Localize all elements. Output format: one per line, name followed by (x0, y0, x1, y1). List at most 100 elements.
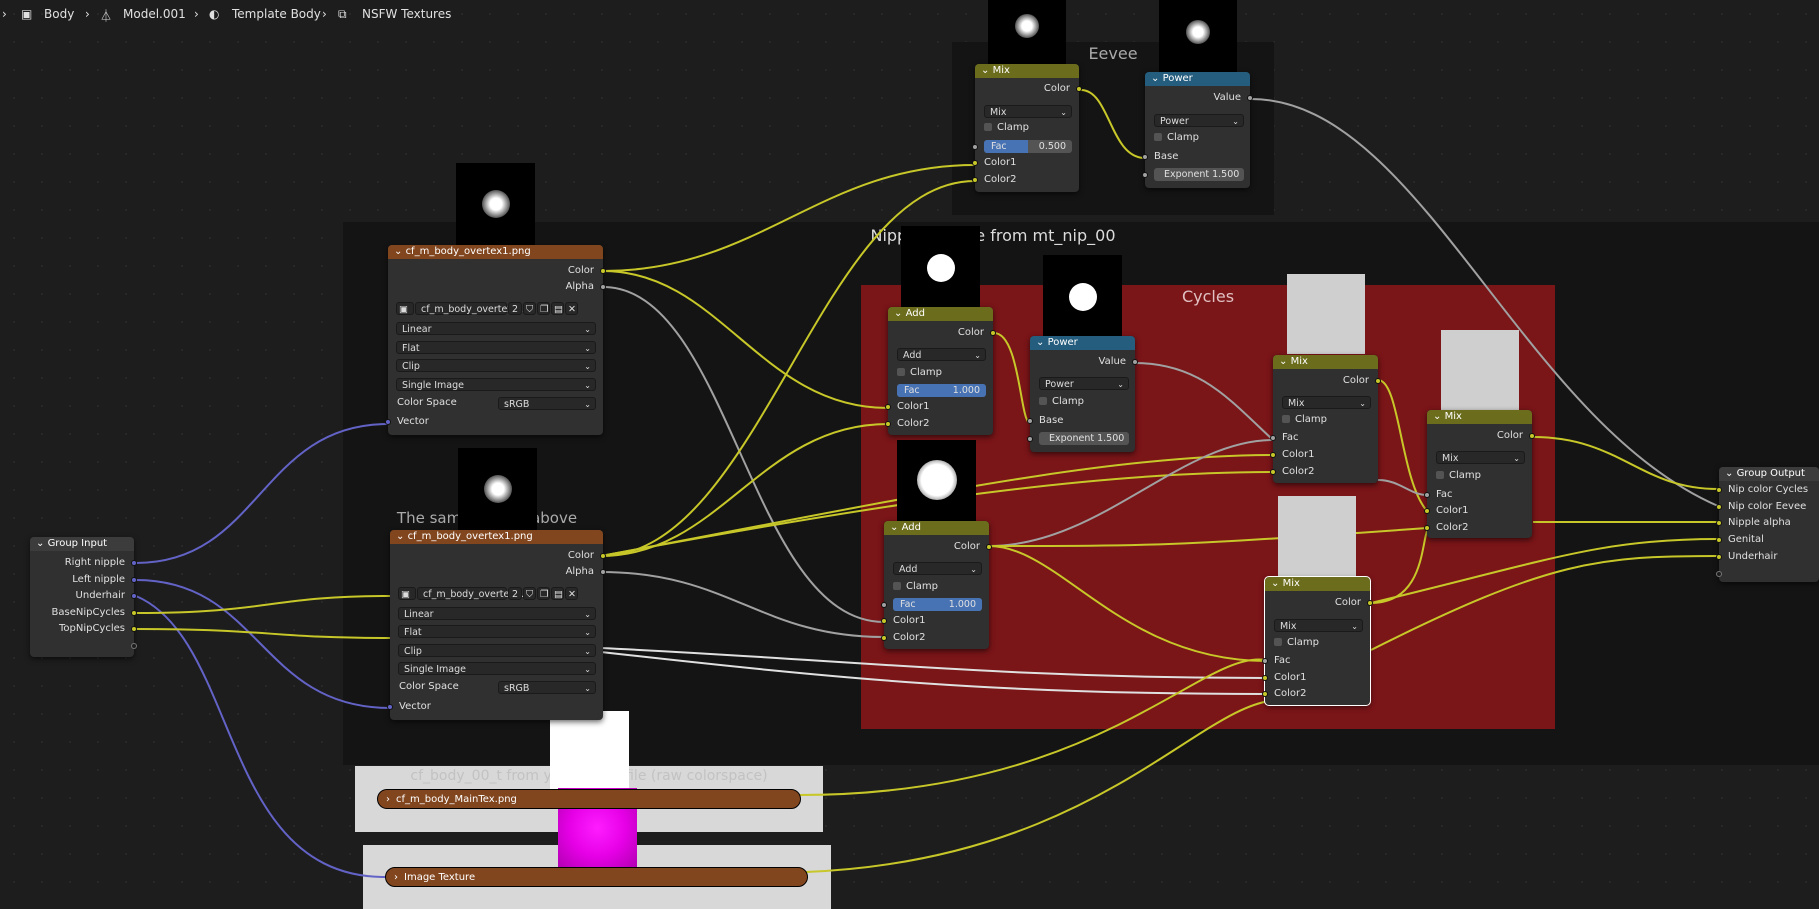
socket-vector[interactable] (385, 419, 391, 425)
clamp-checkbox[interactable]: Clamp (1273, 413, 1378, 427)
socket-color1[interactable] (1424, 508, 1430, 514)
operation-select[interactable]: Power ⌄ (1039, 377, 1129, 390)
clamp-checkbox[interactable]: Clamp (1265, 636, 1370, 650)
blend-type-select[interactable]: Mix ⌄ (1274, 619, 1363, 632)
socket-fac[interactable] (1262, 658, 1268, 664)
open-image-button[interactable]: ▤ (551, 587, 564, 600)
socket-value-out[interactable] (1247, 95, 1253, 101)
node-header[interactable]: ⌄ cf_m_body_overtex1.png (390, 530, 603, 544)
exponent-field[interactable]: Exponent 1.500 (1154, 168, 1244, 181)
open-image-button[interactable]: ▤ (551, 302, 564, 315)
node-header[interactable]: ⌄ Group Output (1719, 467, 1819, 481)
blend-type-select[interactable]: Mix ⌄ (1436, 451, 1525, 464)
clamp-checkbox[interactable]: Clamp (1030, 395, 1135, 409)
node-power-eevee[interactable]: ⌄ Power Value Power ⌄ Clamp Base Exponent… (1142, 72, 1253, 188)
node-header[interactable]: ⌄ Group Input (30, 537, 134, 551)
clamp-checkbox[interactable]: Clamp (1145, 131, 1250, 145)
exponent-field[interactable]: Exponent 1.500 (1039, 432, 1129, 445)
unlink-image-button[interactable]: ✕ (565, 302, 578, 315)
socket-topnip[interactable] (131, 626, 137, 632)
socket-color1[interactable] (972, 160, 978, 166)
socket-value-out[interactable] (1132, 359, 1138, 365)
image-users-count[interactable]: 2 (508, 587, 522, 600)
socket-color[interactable] (600, 268, 606, 274)
socket-color-out[interactable] (1529, 433, 1535, 439)
image-users-count[interactable]: 2 (508, 302, 522, 315)
projection-select[interactable]: Flat ⌄ (398, 625, 596, 638)
socket-color-out[interactable] (1367, 600, 1373, 606)
blend-type-select[interactable]: Mix ⌄ (1282, 396, 1371, 409)
node-header[interactable]: ⌄ Power (1145, 72, 1250, 86)
socket-color2[interactable] (1424, 525, 1430, 531)
node-mix-a[interactable]: ⌄ Mix Color Mix ⌄ Clamp Fac Color1 Color2 (1270, 355, 1381, 483)
fac-slider[interactable]: Fac 0.500 (984, 140, 1072, 153)
clamp-checkbox[interactable]: Clamp (975, 121, 1079, 135)
socket-color1[interactable] (885, 404, 891, 410)
breadcrumb-item-body[interactable]: Body (44, 7, 74, 21)
node-add-bottom[interactable]: ⌄ Add Color Add ⌄ Clamp Fac 1.000 Color1 C… (881, 521, 992, 649)
socket-color-out[interactable] (986, 544, 992, 550)
socket-base[interactable] (1142, 154, 1148, 160)
node-power-cycles[interactable]: ⌄ Power Value Power ⌄ Clamp Base Exponent… (1027, 336, 1138, 452)
socket-base[interactable] (1027, 418, 1033, 424)
node-add-top[interactable]: ⌄ Add Color Add ⌄ Clamp Fac 1.000 Color1 C… (885, 307, 996, 435)
fac-slider[interactable]: Fac 1.000 (893, 598, 982, 611)
node-group-input[interactable]: ⌄ Group Input Right nipple Left nipple U… (30, 537, 137, 657)
socket-empty[interactable] (131, 643, 137, 649)
blend-type-select[interactable]: Add ⌄ (893, 562, 982, 575)
socket-right-nipple[interactable] (131, 560, 137, 566)
socket-fac[interactable] (1424, 492, 1430, 498)
extension-select[interactable]: Clip ⌄ (396, 359, 596, 372)
image-browse-dropdown[interactable]: ▣ (396, 302, 414, 315)
socket-left-nipple[interactable] (131, 577, 137, 583)
socket-in-1[interactable] (1716, 504, 1722, 510)
socket-alpha[interactable] (600, 569, 606, 575)
breadcrumb-item-model[interactable]: Model.001 (123, 7, 186, 21)
color-space-select[interactable]: sRGB ⌄ (498, 681, 596, 694)
node-image-texture-2[interactable]: ⌄ cf_m_body_overtex1.png Color Alpha ▣ c… (387, 530, 606, 720)
node-image-texture-1[interactable]: ⌄ cf_m_body_overtex1.png Color Alpha ▣ c… (385, 245, 606, 435)
node-header[interactable]: ⌄ Mix (975, 64, 1079, 78)
image-name-field[interactable]: cf_m_body_overtex... (417, 587, 524, 600)
clamp-checkbox[interactable]: Clamp (888, 366, 993, 380)
image-name-field[interactable]: cf_m_body_overtex1... (415, 302, 528, 315)
socket-fac[interactable] (1270, 435, 1276, 441)
breadcrumb-item-template-body[interactable]: Template Body (232, 7, 321, 21)
socket-alpha[interactable] (600, 284, 606, 290)
image-browse-dropdown[interactable]: ▣ (398, 587, 416, 600)
clamp-checkbox[interactable]: Clamp (1427, 469, 1532, 483)
color-space-select[interactable]: sRGB ⌄ (498, 397, 596, 410)
socket-fac[interactable] (972, 144, 978, 150)
projection-select[interactable]: Flat ⌄ (396, 341, 596, 354)
socket-color-out[interactable] (1375, 378, 1381, 384)
socket-vector[interactable] (387, 704, 393, 710)
unlink-image-button[interactable]: ✕ (565, 587, 578, 600)
node-header[interactable]: ⌄ Mix (1427, 410, 1532, 424)
node-header[interactable]: ⌄ Mix (1265, 577, 1370, 591)
socket-in-3[interactable] (1716, 537, 1722, 543)
operation-select[interactable]: Power ⌄ (1154, 114, 1244, 127)
node-header[interactable]: ⌄ Mix (1273, 355, 1378, 369)
duplicate-button[interactable]: ❐ (537, 587, 550, 600)
socket-in-4[interactable] (1716, 554, 1722, 560)
socket-in-2[interactable] (1716, 520, 1722, 526)
socket-color2[interactable] (885, 421, 891, 427)
socket-color[interactable] (600, 553, 606, 559)
socket-color-out[interactable] (1076, 86, 1082, 92)
socket-color1[interactable] (1262, 675, 1268, 681)
fake-user-button[interactable]: ⛉ (523, 587, 536, 600)
interpolation-select[interactable]: Linear ⌄ (396, 322, 596, 335)
socket-fac[interactable] (881, 602, 887, 608)
breadcrumb-item-nsfw-textures[interactable]: NSFW Textures (362, 7, 451, 21)
node-editor-canvas[interactable]: Nipple Texture from mt_nip_00 Eevee The … (0, 0, 1819, 909)
blend-type-select[interactable]: Mix ⌄ (984, 105, 1072, 118)
node-header[interactable]: ⌄ Power (1030, 336, 1135, 350)
extension-select[interactable]: Clip ⌄ (398, 644, 596, 657)
blend-type-select[interactable]: Add ⌄ (897, 348, 986, 361)
socket-exponent[interactable] (1027, 436, 1033, 442)
breadcrumb-expand-icon[interactable]: › (2, 7, 7, 21)
socket-color1[interactable] (881, 618, 887, 624)
node-header[interactable]: ⌄ Add (884, 521, 989, 535)
socket-exponent[interactable] (1142, 172, 1148, 178)
socket-color2[interactable] (881, 635, 887, 641)
